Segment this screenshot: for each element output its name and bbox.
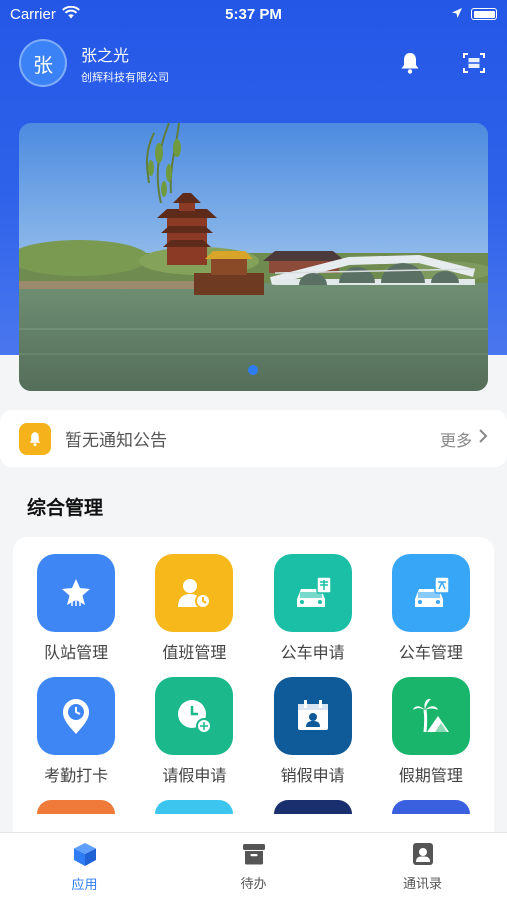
tab-contacts[interactable]: 通讯录	[338, 833, 507, 900]
app-grid: 队站管理 值班管理 公车申请 公车管理 考勤打卡 请假申请 销假申请 假期管理	[17, 554, 490, 814]
app-item-partial[interactable]	[135, 800, 253, 814]
tab-apps[interactable]: 应用	[0, 833, 169, 900]
user-header: 张 张之光 创辉科技有限公司	[19, 38, 488, 88]
user-company: 创辉科技有限公司	[81, 71, 169, 84]
carrier-label: Carrier	[10, 5, 56, 23]
star-icon	[37, 554, 116, 632]
calendar-person-icon	[273, 677, 352, 755]
app-tile-partial	[155, 800, 234, 814]
tab-label: 应用	[71, 876, 98, 892]
car-manage-icon	[391, 554, 470, 632]
app-item-car-apply[interactable]: 公车申请	[254, 554, 372, 663]
duty-person-icon	[155, 554, 234, 632]
tab-label: 通讯录	[402, 875, 442, 891]
cube-icon	[72, 841, 98, 870]
app-tile-partial	[273, 800, 352, 814]
carousel-indicator[interactable]	[248, 365, 258, 375]
location-arrow-icon	[451, 6, 463, 23]
notice-bell-icon	[19, 422, 51, 455]
bottom-tab-bar: 应用 待办 通讯录	[0, 832, 507, 900]
app-item-holiday[interactable]: 假期管理	[372, 677, 490, 786]
app-tile-partial	[37, 800, 116, 814]
app-item-attendance[interactable]: 考勤打卡	[17, 677, 135, 786]
notice-text: 暂无通知公告	[65, 431, 167, 450]
app-grid-card: 队站管理 值班管理 公车申请 公车管理 考勤打卡 请假申请 销假申请 假期管理	[13, 537, 494, 847]
app-label: 值班管理	[162, 645, 227, 662]
contact-icon	[411, 842, 435, 869]
banner-image	[19, 123, 488, 391]
app-label: 假期管理	[398, 768, 463, 785]
status-bar: Carrier 5:37 PM	[0, 0, 507, 28]
app-label: 销假申请	[280, 768, 345, 785]
archive-icon	[241, 842, 267, 869]
tab-label: 待办	[240, 875, 267, 891]
section-title: 综合管理	[27, 498, 104, 519]
chevron-right-icon	[478, 429, 488, 448]
bell-icon[interactable]	[396, 49, 424, 77]
app-item-partial[interactable]	[254, 800, 372, 814]
car-apply-icon	[273, 554, 352, 632]
tab-todo[interactable]: 待办	[169, 833, 338, 900]
app-item-duty[interactable]: 值班管理	[135, 554, 253, 663]
app-item-leave-cancel[interactable]: 销假申请	[254, 677, 372, 786]
notice-bar[interactable]: 暂无通知公告 更多	[0, 410, 507, 467]
location-clock-icon	[37, 677, 116, 755]
app-tile-partial	[391, 800, 470, 814]
battery-icon	[471, 8, 497, 20]
notice-more-label: 更多	[439, 432, 472, 450]
banner-carousel[interactable]	[19, 123, 488, 391]
app-item-partial[interactable]	[17, 800, 135, 814]
app-label: 公车申请	[280, 645, 345, 662]
app-label: 请假申请	[162, 768, 227, 785]
app-item-partial[interactable]	[372, 800, 490, 814]
app-item-car-manage[interactable]: 公车管理	[372, 554, 490, 663]
palm-tree-icon	[391, 677, 470, 755]
notice-more-link[interactable]: 更多	[440, 427, 488, 451]
wifi-icon	[61, 5, 80, 23]
avatar[interactable]: 张	[19, 39, 67, 87]
user-name: 张之光	[81, 47, 130, 65]
app-item-leave-apply[interactable]: 请假申请	[135, 677, 253, 786]
app-label: 队站管理	[44, 645, 109, 662]
clock-leave-icon	[155, 677, 234, 755]
app-label: 公车管理	[398, 645, 463, 662]
scan-icon[interactable]	[460, 49, 488, 77]
app-item-station[interactable]: 队站管理	[17, 554, 135, 663]
app-label: 考勤打卡	[44, 768, 109, 785]
user-info: 张之光 创辉科技有限公司	[81, 42, 169, 85]
